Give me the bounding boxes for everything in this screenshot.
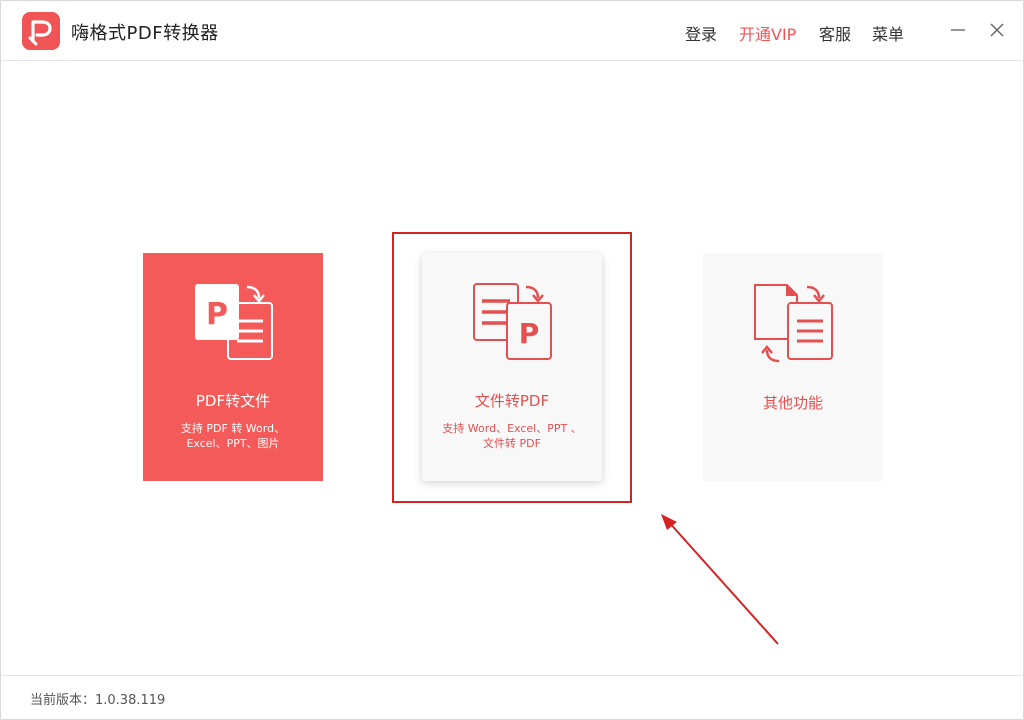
app-title: 嗨格式PDF转换器 xyxy=(71,23,219,44)
vip-link[interactable]: 开通VIP xyxy=(739,21,796,45)
annotation-highlight-box xyxy=(392,232,632,503)
minimize-icon[interactable] xyxy=(947,19,969,41)
annotation-arrow-icon xyxy=(661,514,779,645)
footer-bar: 当前版本：1.0.38.119 xyxy=(1,675,1023,719)
svg-text:P: P xyxy=(206,297,228,332)
pdf-to-file-desc-line2: Excel、PPT、图片 xyxy=(186,437,280,450)
pdf-to-file-description: 支持 PDF 转 Word、 Excel、PPT、图片 xyxy=(157,421,309,451)
version-label: 当前版本：1.0.38.119 xyxy=(30,693,166,708)
pdf-to-file-card[interactable]: P PDF转文件 支持 PDF 转 Word、 Excel、PPT、图片 xyxy=(143,253,323,481)
other-features-icon xyxy=(751,281,835,365)
title-bar: 嗨格式PDF转换器 登录 开通VIP 客服 菜单 xyxy=(1,1,1023,61)
app-window: 嗨格式PDF转换器 登录 开通VIP 客服 菜单 P PDF转文件 支持 PDF… xyxy=(0,0,1024,720)
menu-link[interactable]: 菜单 xyxy=(872,21,904,45)
other-features-title: 其他功能 xyxy=(762,394,823,412)
pdf-to-file-desc-line1: 支持 PDF 转 Word、 xyxy=(180,422,286,435)
other-features-card[interactable]: 其他功能 xyxy=(703,253,883,481)
close-icon[interactable] xyxy=(986,19,1008,41)
customer-service-link[interactable]: 客服 xyxy=(819,21,851,45)
pdf-to-file-icon: P xyxy=(191,281,275,365)
pdf-to-file-title: PDF转文件 xyxy=(195,392,271,410)
pdf-logo-icon xyxy=(22,12,60,50)
login-link[interactable]: 登录 xyxy=(685,21,717,45)
